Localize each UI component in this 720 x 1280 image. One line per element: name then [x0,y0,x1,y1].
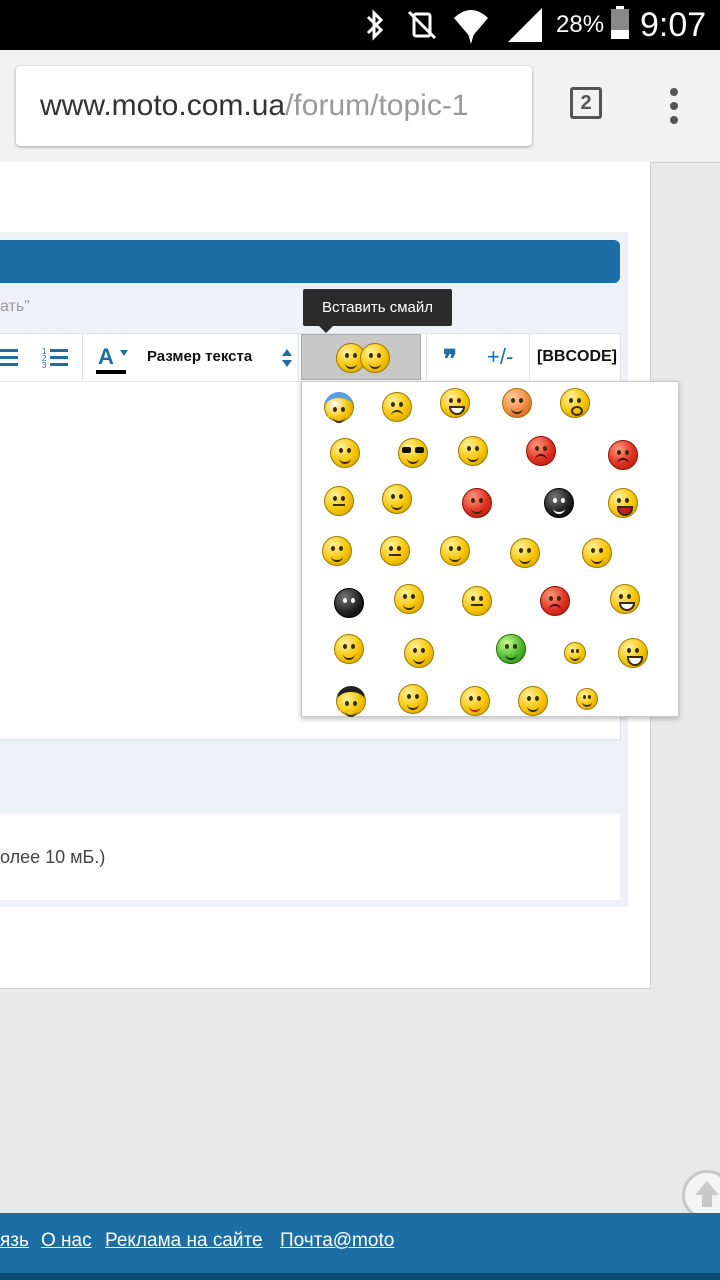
form-header-bar [0,240,620,283]
footer-link-contact[interactable]: язь [0,1229,29,1253]
smiley-beer-icon-2 [360,343,390,373]
clock: 9:07 [640,6,707,44]
insert-smiley-tooltip: Вставить смайл [303,289,452,333]
url-domain: www.moto.com.ua [40,89,286,122]
bluetooth-icon [362,0,388,50]
numbered-list-icon[interactable]: 123 [42,346,70,375]
status-bar: 28% 9:07 [0,0,720,50]
smiley-bored-icon[interactable] [324,486,354,516]
attachment-box: олее 10 мБ.) [0,814,620,900]
smiley-thinking-icon[interactable] [462,586,492,616]
font-color-icon[interactable]: A [96,342,132,381]
insert-smiley-button[interactable] [301,334,421,380]
smiley-rage-red-icon[interactable] [608,440,638,470]
tab-switcher-button[interactable]: 2 [570,87,602,119]
smiley-wall-icon[interactable] [458,436,488,466]
smiley-dark-devil-icon[interactable] [544,488,574,518]
smiley-blue-hat-icon[interactable] [324,392,354,423]
smiley-wave-icon[interactable] [510,538,540,568]
footer-link-advertising[interactable]: Реклама на сайте [105,1229,263,1253]
text-size-select[interactable]: Размер текста [147,334,252,380]
smiley-confused-icon[interactable] [518,686,548,716]
form-hint-text: ать" [0,298,30,315]
smiley-sad-icon[interactable] [382,392,412,422]
editor-toolbar: 123 A Размер текста ❞ +/- [BBCODE] [0,333,621,383]
smiley-king-icon[interactable] [398,684,428,714]
smiley-scared-icon[interactable] [618,638,648,668]
spoiler-button[interactable]: +/- [487,334,513,380]
smiley-cool-icon[interactable] [398,438,428,468]
smiley-bomb-icon[interactable] [334,588,364,618]
smiley-drunk-icon[interactable] [460,686,490,716]
wifi-icon [452,0,490,50]
svg-text:A: A [98,344,114,369]
footer-link-about[interactable]: О нас [41,1229,92,1253]
smiley-mafia-icon[interactable] [336,686,366,717]
smiley-small-icon[interactable] [564,642,586,664]
bbcode-button[interactable]: [BBCODE] [537,334,617,380]
smiley-green-sick-icon[interactable] [496,634,526,664]
vibrate-mute-icon [405,0,439,50]
bullet-list-icon[interactable] [0,346,20,375]
url-bar[interactable]: www.moto.com.ua/forum/topic-1 [16,66,532,146]
smiley-mad-red-icon[interactable] [540,586,570,616]
smiley-thumbs-up-icon[interactable] [440,536,470,566]
smiley-shocked-icon[interactable] [560,388,590,418]
battery-icon [608,0,632,50]
overflow-menu-icon[interactable] [664,86,684,126]
smiley-nerd-icon[interactable] [394,584,424,614]
signal-icon [506,0,544,50]
battery-text: 28% [556,11,605,38]
smiley-hurt-icon[interactable] [576,688,598,710]
url-path: /forum/topic-1 [285,89,469,122]
smiley-angry-red-icon[interactable] [526,436,556,466]
smiley-ruler-icon[interactable] [404,638,434,668]
smiley-laugh-icon[interactable] [608,488,638,518]
smiley-teeth-icon[interactable] [610,584,640,614]
smiley-grin-icon[interactable] [440,388,470,418]
smiley-crazy-icon[interactable] [382,484,412,514]
smiley-angel-icon[interactable] [322,536,352,566]
smiley-hug-icon[interactable] [330,438,360,468]
attachment-note: олее 10 мБ.) [0,847,106,867]
smiley-clap-icon[interactable] [334,634,364,664]
footer-bottom-strip [0,1273,720,1280]
select-arrows-icon[interactable] [281,348,293,373]
quote-button[interactable]: ❞ [443,334,457,380]
svg-text:3: 3 [42,361,47,370]
arrow-up-icon [695,1181,719,1207]
smiley-neutral-icon[interactable] [380,536,410,566]
smiley-blush-icon[interactable] [502,388,532,418]
url-text[interactable]: www.moto.com.ua/forum/topic-1 [40,66,469,146]
browser-toolbar: www.moto.com.ua/forum/topic-1 2 [0,50,720,163]
smiley-devil-icon[interactable] [462,488,492,518]
smiley-beer-panel-icon[interactable] [582,538,612,568]
smiley-panel [301,381,679,717]
footer-link-mail[interactable]: Почта@moto [280,1229,394,1253]
